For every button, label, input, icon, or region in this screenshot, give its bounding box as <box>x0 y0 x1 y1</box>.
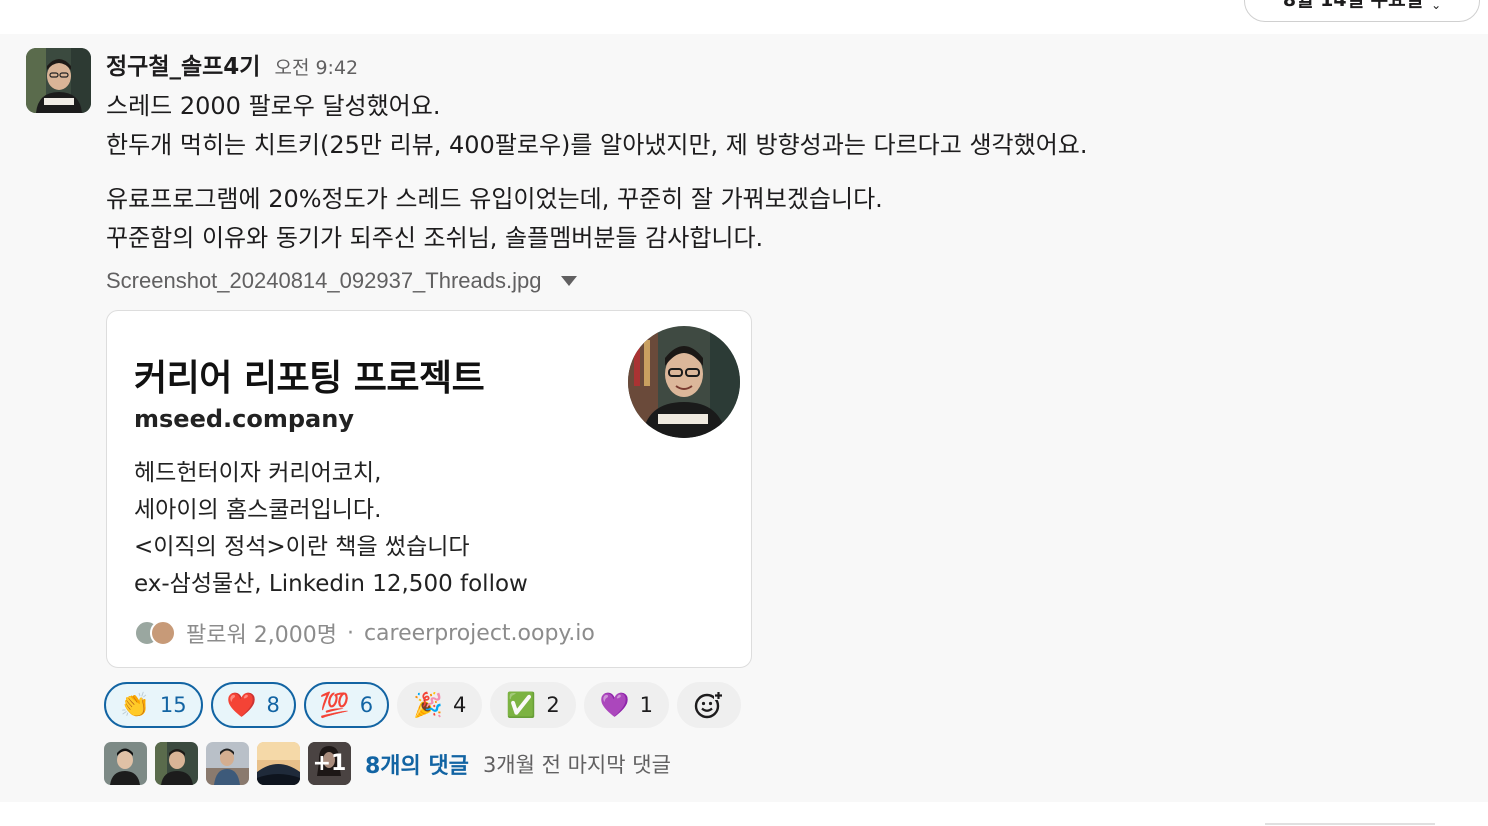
message-timestamp[interactable]: 오전 9:42 <box>274 53 358 80</box>
clap-emoji: 👏 <box>120 691 150 719</box>
bio-line: ex-삼성물산, Linkedin 12,500 follow <box>134 571 528 597</box>
avatar[interactable] <box>26 48 91 113</box>
profile-footer: 팔로워 2,000명 · careerproject.oopy.io <box>134 617 595 649</box>
message-line: 유료프로그램에 20%정도가 스레드 유입이었는데, 꾸준히 잘 가꿔보겠습니다… <box>106 185 883 213</box>
date-divider-button[interactable]: 8월 14일 수요일 ⌄ <box>1244 0 1480 22</box>
avatar <box>206 742 249 785</box>
reaction-bar: 👏 15 ❤️ 8 💯 6 🎉 4 ✅ 2 💜 1 <box>104 682 741 728</box>
reaction-check[interactable]: ✅ 2 <box>490 682 576 728</box>
follower-avatars <box>134 620 176 646</box>
profile-link: careerproject.oopy.io <box>363 620 595 646</box>
follower-count: 팔로워 2,000명 <box>186 623 337 648</box>
paragraph-2: 유료프로그램에 20%정도가 스레드 유입이었는데, 꾸준히 잘 가꿔보겠습니다… <box>106 180 1406 258</box>
hundred-emoji: 💯 <box>319 691 350 719</box>
profile-title: 커리어 리포팅 프로젝트 <box>134 358 485 399</box>
footer-separator: · <box>346 620 354 646</box>
reaction-count: 6 <box>359 693 374 717</box>
reaction-tada[interactable]: 🎉 4 <box>397 682 483 728</box>
reaction-count: 2 <box>546 693 560 717</box>
check-emoji: ✅ <box>506 691 537 719</box>
tada-emoji: 🎉 <box>413 691 444 719</box>
profile-bio: 헤드헌터이자 커리어코치, 세아이의 홈스쿨러입니다. <이직의 정석>이란 책… <box>134 455 528 603</box>
heart-emoji: ❤️ <box>226 691 257 719</box>
bio-line: <이직의 정석>이란 책을 썼습니다 <box>134 534 470 560</box>
profile-domain: mseed.company <box>134 405 354 433</box>
paragraph-1: 스레드 2000 팔로우 달성했어요. 한두개 먹히는 치트키(25만 리뷰, … <box>106 87 1406 165</box>
message-line: 한두개 먹히는 치트키(25만 리뷰, 400팔로우)를 알아냈지만, 제 방향… <box>106 131 1088 159</box>
image-attachment-preview[interactable]: 커리어 리포팅 프로젝트 mseed.company 헤드헌터이자 커리어코치,… <box>106 310 752 668</box>
divider <box>1265 823 1435 825</box>
caret-down-icon[interactable] <box>561 276 578 286</box>
add-reaction-button[interactable] <box>676 682 741 728</box>
bio-line: 헤드헌터이자 커리어코치, <box>134 460 382 486</box>
sender-name[interactable]: 정구철_솔프4기 <box>106 47 260 81</box>
reaction-purple-heart[interactable]: 💜 1 <box>583 682 669 728</box>
add-reaction-icon <box>694 691 723 719</box>
more-count: +1 <box>312 751 347 776</box>
chevron-down-icon: ⌄ <box>1431 0 1442 12</box>
message-line: 꾸준함의 이유와 동기가 되주신 조쉬님, 솔플멤버분들 감사합니다. <box>106 224 764 252</box>
reply-count-link[interactable]: 8개의 댓글 <box>365 748 469 780</box>
message-line: 스레드 2000 팔로우 달성했어요. <box>106 92 441 120</box>
message-item: 정구철_솔프4기 오전 9:42 스레드 2000 팔로우 달성했어요. 한두개… <box>0 34 1488 802</box>
last-reply-time: 3개월 전 마지막 댓글 <box>482 752 671 777</box>
follower-avatar <box>150 620 176 646</box>
avatar <box>257 742 300 785</box>
reaction-100[interactable]: 💯 6 <box>303 682 390 728</box>
avatar <box>155 742 198 785</box>
attachment-header[interactable]: Screenshot_20240814_092937_Threads.jpg <box>106 268 578 294</box>
avatar <box>104 742 147 785</box>
profile-photo <box>628 326 740 438</box>
reaction-heart[interactable]: ❤️ 8 <box>210 682 296 728</box>
purple-heart-emoji: 💜 <box>599 691 630 719</box>
message-body: 스레드 2000 팔로우 달성했어요. 한두개 먹히는 치트키(25만 리뷰, … <box>106 87 1406 258</box>
reaction-count: 1 <box>639 693 653 717</box>
reaction-clap[interactable]: 👏 15 <box>104 682 203 728</box>
reaction-count: 15 <box>159 693 187 717</box>
reaction-count: 4 <box>453 693 467 717</box>
date-divider-label: 8월 14일 수요일 <box>1282 0 1424 11</box>
thread-participants: +1 <box>104 742 351 785</box>
more-participants-badge: +1 <box>308 742 351 785</box>
bio-line: 세아이의 홈스쿨러입니다. <box>134 497 382 523</box>
attachment-file-name[interactable]: Screenshot_20240814_092937_Threads.jpg <box>106 268 541 294</box>
reaction-count: 8 <box>266 693 280 717</box>
thread-summary[interactable]: +1 8개의 댓글 3개월 전 마지막 댓글 <box>104 742 671 785</box>
